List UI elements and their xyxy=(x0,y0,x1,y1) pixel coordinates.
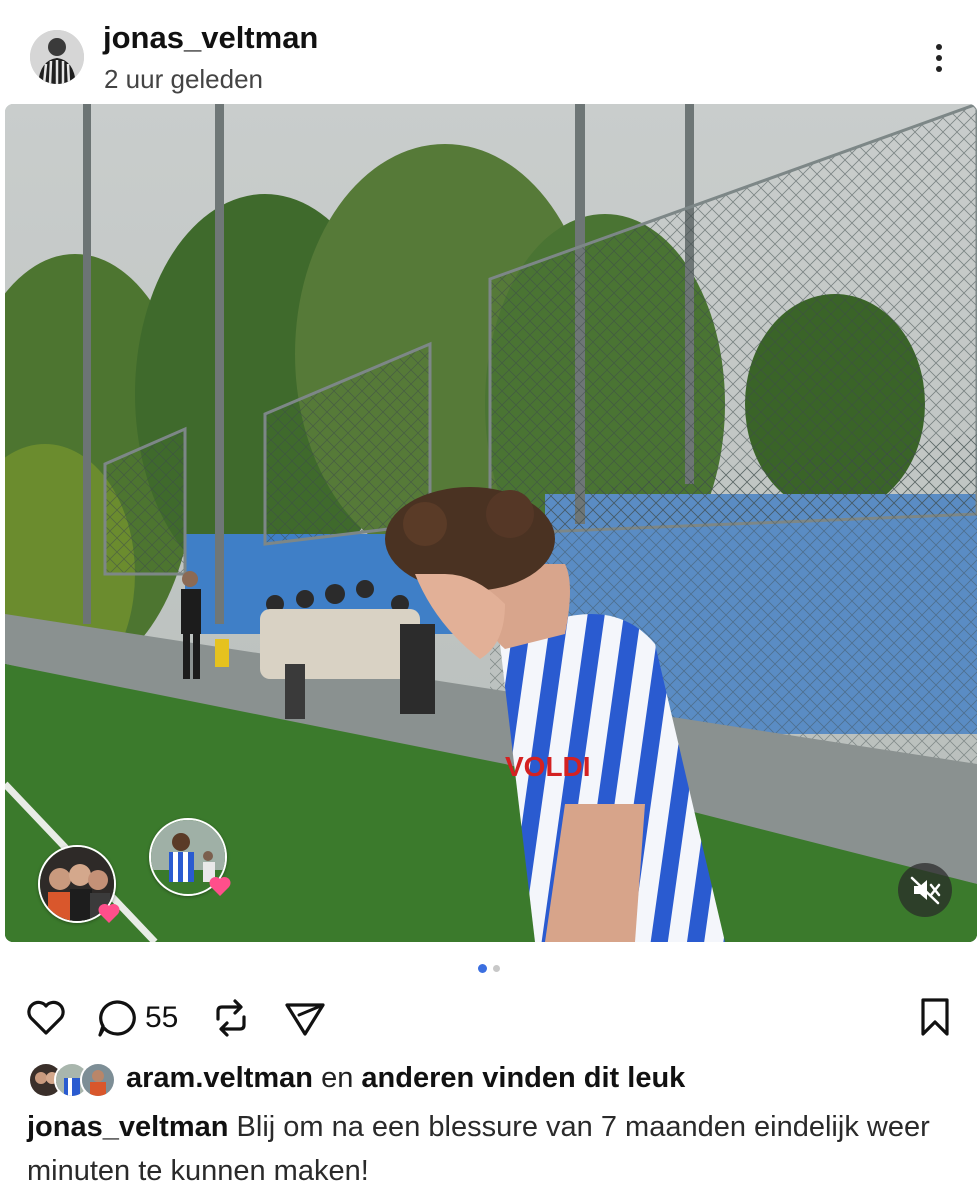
heart-outline-icon[interactable] xyxy=(25,998,67,1038)
likes-joiner: en xyxy=(321,1062,354,1094)
carousel-dot xyxy=(493,965,500,972)
repost-icon[interactable] xyxy=(210,997,252,1039)
liker-avatar xyxy=(80,1062,116,1098)
paper-plane-icon[interactable] xyxy=(283,998,327,1038)
comment-count[interactable]: 55 xyxy=(145,1001,178,1035)
comment-bubble-icon[interactable] xyxy=(95,997,139,1039)
post-timestamp: 2 uur geleden xyxy=(104,64,264,94)
post-photo: VOLDI xyxy=(5,104,977,942)
heart-badge-icon xyxy=(97,902,121,924)
likes-text: aram.veltman en anderen vinden dit leuk xyxy=(126,1062,685,1095)
likes-others[interactable]: anderen vinden dit leuk xyxy=(361,1062,685,1094)
shirt-sponsor-text: VOLDI xyxy=(505,751,591,782)
post-header: jonas_veltman 2 uur geleden xyxy=(0,0,977,104)
caption-username[interactable]: jonas_veltman xyxy=(27,1111,228,1143)
carousel-dot-active xyxy=(478,964,487,973)
profile-avatar[interactable] xyxy=(30,30,84,84)
post-caption: jonas_veltman Blij om na een blessure va… xyxy=(27,1105,957,1193)
username[interactable]: jonas_veltman xyxy=(103,20,318,56)
heart-badge-icon xyxy=(208,875,232,897)
more-vertical-icon[interactable] xyxy=(924,40,954,76)
bookmark-outline-icon[interactable] xyxy=(917,996,953,1038)
post-media[interactable]: VOLDI xyxy=(5,104,977,942)
liked-by-username[interactable]: aram.veltman xyxy=(126,1062,313,1094)
carousel-indicator xyxy=(478,964,502,974)
speaker-muted-icon[interactable] xyxy=(898,863,952,917)
likes-summary[interactable]: aram.veltman en anderen vinden dit leuk xyxy=(28,1058,958,1098)
